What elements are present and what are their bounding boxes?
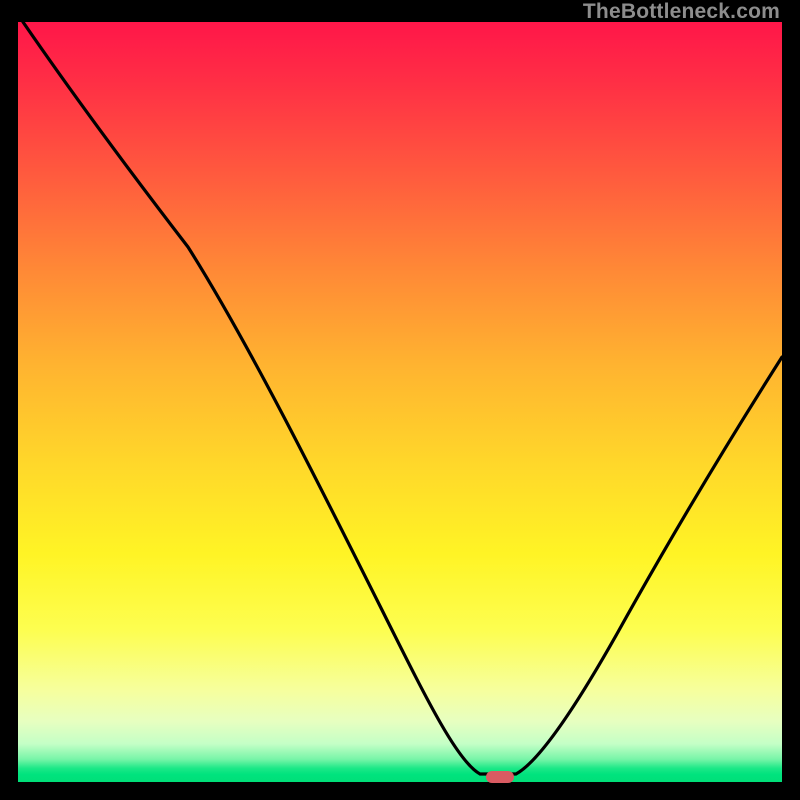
optimal-marker: [486, 771, 514, 783]
curve-path: [23, 22, 782, 774]
plot-area: [18, 22, 782, 782]
watermark-text: TheBottleneck.com: [583, 0, 780, 24]
bottleneck-curve: [18, 22, 782, 782]
chart-frame: TheBottleneck.com: [0, 0, 800, 800]
